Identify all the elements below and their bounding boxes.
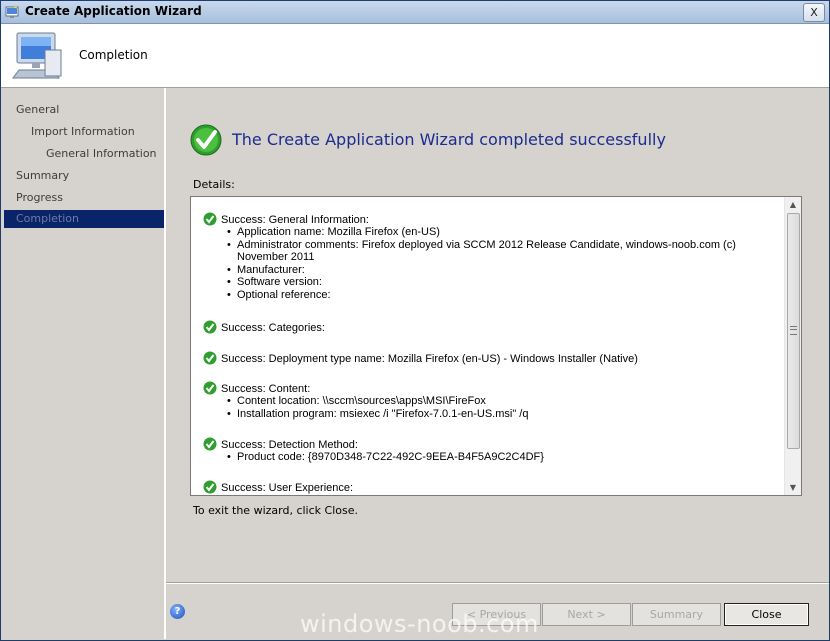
- details-label: Details:: [193, 178, 235, 191]
- wizard-window: Create Application Wizard X Completion G…: [0, 0, 830, 641]
- nav-item-completion[interactable]: Completion: [4, 210, 164, 228]
- summary-button[interactable]: Summary: [632, 603, 721, 626]
- section-title: Success: General Information:: [221, 214, 369, 226]
- section-title: Success: Deployment type name: Mozilla F…: [221, 353, 638, 365]
- detail-bullet: Administrator comments: Firefox deployed…: [227, 239, 757, 264]
- details-section: Success: Deployment type name: Mozilla F…: [203, 351, 773, 365]
- detail-bullet: Application name: Mozilla Firefox (en-US…: [227, 226, 773, 239]
- check-icon: [203, 480, 217, 494]
- scroll-up-arrow-icon[interactable]: ▲: [785, 197, 801, 212]
- help-icon[interactable]: ?: [170, 604, 185, 619]
- section-title: Success: User Experience:: [221, 482, 354, 494]
- details-scrollbar[interactable]: ▲ ▼: [784, 197, 801, 495]
- main-panel: The Create Application Wizard completed …: [166, 88, 829, 582]
- nav-item-summary[interactable]: Summary: [4, 167, 164, 185]
- check-icon: [203, 351, 217, 365]
- section-title: Success: Content:: [221, 383, 311, 395]
- section-title: Success: Categories:: [221, 322, 325, 334]
- detail-bullet: Product code: {8970D348-7C22-492C-9EEA-B…: [227, 451, 773, 464]
- scroll-thumb[interactable]: [787, 213, 800, 449]
- check-icon: [203, 437, 217, 451]
- details-box[interactable]: Success: General Information: Applicatio…: [190, 196, 802, 496]
- check-icon: [203, 212, 217, 226]
- details-section: Success: Content: Content location: \\sc…: [203, 381, 773, 420]
- computer-monitor-icon: [12, 32, 62, 79]
- close-window-button[interactable]: X: [803, 3, 825, 22]
- page-title: Completion: [79, 48, 148, 62]
- watermark-text: windows-noob.com: [300, 610, 539, 638]
- section-title: Success: Detection Method:: [221, 439, 358, 451]
- next-button[interactable]: Next >: [542, 603, 631, 626]
- window-title: Create Application Wizard: [25, 4, 202, 18]
- check-icon: [203, 320, 217, 334]
- scroll-down-arrow-icon[interactable]: ▼: [785, 480, 801, 495]
- nav-item-import-information[interactable]: Import Information: [4, 123, 164, 141]
- nav-item-general-information[interactable]: General Information: [4, 145, 164, 163]
- success-check-icon: [190, 124, 222, 156]
- details-section: Success: User Experience:: [203, 480, 773, 494]
- grip-icon: [790, 326, 797, 335]
- detail-bullet: Installation program: msiexec /i "Firefo…: [227, 408, 773, 421]
- details-content: Success: General Information: Applicatio…: [191, 197, 785, 495]
- exit-instruction: To exit the wizard, click Close.: [193, 504, 358, 517]
- close-button[interactable]: Close: [724, 603, 809, 626]
- detail-bullet: Optional reference:: [227, 289, 773, 302]
- nav-item-progress[interactable]: Progress: [4, 189, 164, 207]
- detail-bullet: Manufacturer:: [227, 264, 773, 277]
- nav-item-general[interactable]: General: [4, 101, 164, 119]
- title-bar[interactable]: Create Application Wizard X: [1, 1, 829, 24]
- footer-divider: [166, 582, 829, 583]
- wizard-app-icon: [5, 5, 19, 18]
- details-section: Success: Categories:: [203, 320, 773, 334]
- close-icon: X: [810, 6, 818, 19]
- detail-bullet: Software version:: [227, 276, 773, 289]
- wizard-step-nav: General Import Information General Infor…: [1, 88, 166, 639]
- details-section: Success: Detection Method: Product code:…: [203, 437, 773, 464]
- detail-bullet: Content location: \\sccm\sources\apps\MS…: [227, 395, 773, 408]
- details-section: Success: General Information: Applicatio…: [203, 212, 773, 301]
- completion-heading: The Create Application Wizard completed …: [232, 130, 666, 149]
- wizard-header: Completion: [1, 24, 829, 88]
- check-icon: [203, 381, 217, 395]
